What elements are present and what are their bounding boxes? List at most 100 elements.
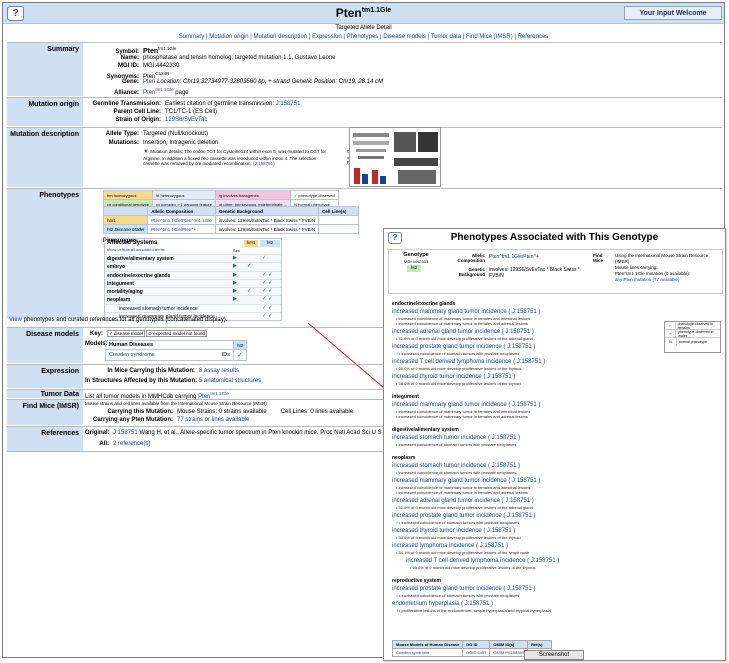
phenotype-term-link[interactable]: increased mammary gland tumor incidence … [392,402,540,408]
sex-column-label: Sex [233,248,240,253]
expand-triangle-icon[interactable]: ▶ [233,288,237,294]
phenotype-term-link[interactable]: increased thyroid tumor incidence ( J:15… [392,528,515,534]
gene-position: Genetic Position: Chr19, 28.14 cM [291,79,384,85]
anatomical-structures-link[interactable]: 5 anatomical structures [199,378,261,384]
germline-value: Earliest citation of germline transmissi… [165,101,275,107]
affected-systems-title: Affected Systems [107,240,158,246]
phenotype-term-link[interactable]: increased T cell derived lymphoma incide… [406,558,559,564]
mgi-id: MGI:4442330 [143,63,180,69]
genotype-key: Genotype [403,252,429,258]
phenotype-term-link[interactable]: increased T cell derived lymphoma incide… [392,359,545,365]
expected-model-key: ⊘ expected model not found [146,330,207,337]
phenotype-note: • increased coincidence of mammary tumor… [396,414,528,419]
name-value: phosphatase and tensin homolog; targeted… [143,55,336,61]
phenotype-term-link[interactable]: increased mammary gland tumor incidence … [392,478,540,484]
view-link[interactable]: View [9,317,22,323]
allele-type-key: Allele Type: [105,131,139,137]
all-refs-key: All: [99,441,109,447]
phenotype-note: • 51.6% of 9 month old mice develop prol… [396,336,533,341]
phenotype-term-link[interactable]: increased mammary gland tumor incidence … [392,309,540,315]
disease-row-cowden[interactable]: Cowden syndrome IDs ✓ [105,349,248,361]
germline-ref-link[interactable]: J:158751 [276,101,301,107]
strain-link[interactable]: 129S6/SvEvTac [165,117,207,123]
name-key: Name: [120,55,139,61]
system-name: integument [107,280,134,287]
disease-model-key: ✓ disease model [107,330,146,337]
any-pten-link[interactable]: any Pten mutation (77 available) [615,277,723,283]
mgi-key: MGI ID: [118,63,139,69]
expand-triangle-icon[interactable]: ▶ [233,296,237,302]
genotype-row-ht2[interactable]: ht2 Disease Model Pten^tm1.1Gle/Pten^+ inv… [102,224,360,234]
alliance-link[interactable]: Ptentm1.1Gle [143,87,174,96]
carrying-any-key: Carrying any Pten Mutation: [92,417,173,423]
phenotype-term-link[interactable]: increased adrenal gland tumor incidence … [392,329,534,335]
phenotype-note: • 51.6% of 9 month old mice develop prol… [396,505,533,510]
affected-systems-list: digestive/alimentary system ▶ ✓ embryo ▶ ✓ end… [105,254,281,320]
all-references-link[interactable]: 2 reference(s) [113,441,150,447]
allelic-composition-value[interactable]: Pten^tm1.1Gle/Pten^+ [489,254,539,260]
affected-system-row[interactable]: integument ▶ ✓ ✓ [105,278,281,288]
genotype-tag: ht2 [407,265,421,272]
ht2-check: ✓ ✓ [262,313,273,320]
parent-cell-key: Parent Cell Line: [113,109,161,115]
collapse-triangle-icon[interactable]: ▼ [143,149,149,155]
phenotype-group-heading: neoplasm [392,455,416,461]
phenotype-term-link[interactable]: increased lymphoma incidence ( J:158751 … [392,543,508,549]
phenotype-term-link[interactable]: increased prostate gland tumor incidence… [392,586,535,592]
phenotype-term-link[interactable]: endometrium hyperplasia ( J:158751 ) [392,601,493,607]
strains-available-link[interactable]: 77 strains or lines available [177,417,249,423]
references-label: References [7,427,83,451]
mutation-figure-thumbnail[interactable] [349,127,441,187]
affected-system-row[interactable]: increased stomach tumor incidence ✓ ✓ [105,303,281,312]
phenotype-note: ♂• increased coincidence of stomach tumo… [396,351,520,356]
gene-link[interactable]: Pten [143,79,155,85]
affected-system-row[interactable]: neoplasm ▶ ✓ ✓ [105,295,281,304]
assay-results-link[interactable]: 8 assay results [199,368,239,374]
ht2-check: ✓ ✓ [262,279,273,286]
column-ht2: ht2 [260,240,280,247]
screenshot-label: Screenshot [524,650,584,660]
figure-image [353,132,438,184]
expand-triangle-icon[interactable]: ▶ [233,280,237,286]
mutation-origin-section: Mutation origin Germline Transmission: Ea… [7,97,722,126]
germline-key: Germline Transmission: [92,101,161,107]
affected-system-row[interactable]: digestive/alimentary system ▶ ✓ [105,254,281,263]
phenotype-term-link[interactable]: increased prostate gland tumor incidence… [392,344,535,350]
affected-system-row[interactable]: embryo ▶ ✓ [105,262,281,271]
phenotype-term-link[interactable]: increased adrenal gland tumor incidence … [392,498,534,504]
details-ref-link[interactable]: (J:158751) [253,161,275,166]
ht2-check: ✓ [262,255,267,261]
symbol-value: Pten [143,48,159,55]
phenotype-note: • 58.6% of 9 month old mice develop prol… [396,381,521,386]
phenotype-group-heading: reproductive system [392,578,441,584]
mutations-value: Insertion, Intragenic deletion [143,140,219,146]
genotype-table: Allelic Composition Genetic Background Cel… [102,206,360,234]
phenotype-term-link[interactable]: increased stomach tumor incidence ( J:15… [392,463,520,469]
genotype-row-hm1[interactable]: hm1 Pten^tm1.1Gle/Pten^tm1.1Gle involves: … [102,215,360,225]
genetic-background-key: Genetic Background [458,267,485,277]
mouse-strains-value: Mouse Strains: 0 strains available [177,409,267,415]
title-superscript: tm1.1Gle [361,7,392,14]
phenotype-term-link[interactable]: increased thyroid tumor incidence ( J:15… [392,374,515,380]
expand-triangle-icon[interactable]: ▶ [233,255,237,261]
view-phenotypes-line: View phenotypes and curated references f… [9,317,228,323]
your-input-welcome-button[interactable]: Your Input Welcome [624,6,722,20]
ht2-check: ✓ ✓ [262,296,273,303]
affected-system-row[interactable]: endocrine/exocrine glands ▶ ✓ ✓ [105,270,281,279]
expand-triangle-icon[interactable]: ▶ [233,272,237,278]
column-hm1: hm1 [244,240,258,247]
system-name: neoplasm [107,297,131,304]
symbol-superscript: tm1.1Gle [158,46,177,51]
show-hide-terms-link[interactable]: show or hide all annotated terms [107,247,165,252]
disease-key-label: Key: [89,331,103,337]
phenotype-group-heading: digestive/alimentary system [392,427,459,433]
original-ref-link[interactable]: J:158751 [113,430,138,436]
phenotype-term-link[interactable]: increased prostate gland tumor incidence… [392,513,535,519]
affected-system-row[interactable]: mortality/aging ▶ ✓ ✓ ✓ [105,287,281,296]
parent-cell-value: TC1/TC-1 (ES Cell) [165,109,218,115]
system-name: mortality/aging [107,289,143,296]
section-nav-links[interactable]: Summary | Mutation origin | Mutation des… [3,34,724,40]
expand-triangle-icon[interactable]: ▶ [233,263,237,269]
phenotype-note: • 58.6% of 9 month old mice develop prol… [396,535,521,540]
phenotype-term-link[interactable]: increased stomach tumor incidence ( J:15… [392,435,520,441]
